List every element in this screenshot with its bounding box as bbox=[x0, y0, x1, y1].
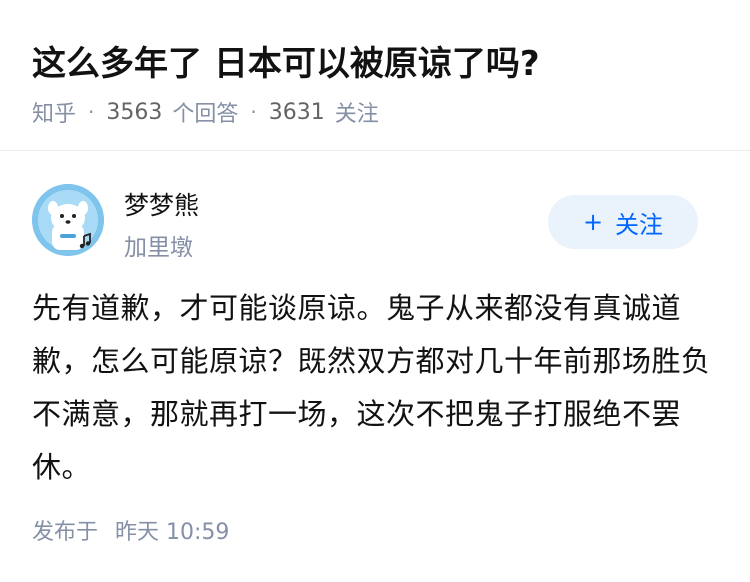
avatar[interactable] bbox=[32, 184, 104, 256]
author-name[interactable]: 梦梦熊 bbox=[124, 186, 199, 222]
answer-content[interactable]: 先有道歉，才可能谈原谅。鬼子从来都没有真诚道歉，怎么可能原谅？既然双方都对几十年… bbox=[32, 282, 712, 494]
question-meta: 知乎 · 3563 个回答 · 3631 关注 bbox=[32, 96, 379, 128]
published-time: 昨天 10:59 bbox=[115, 520, 230, 545]
plus-icon: + bbox=[582, 208, 604, 236]
source-label[interactable]: 知乎 bbox=[32, 96, 76, 128]
author-headline: 加里墩 bbox=[124, 235, 193, 261]
header-divider bbox=[0, 150, 750, 151]
question-title[interactable]: 这么多年了 日本可以被原谅了吗? bbox=[32, 36, 540, 85]
meta-separator: · bbox=[250, 100, 257, 124]
answer-time: 发布于 昨天 10:59 bbox=[32, 514, 229, 546]
follower-count: 3631 bbox=[268, 99, 325, 125]
question-header: 这么多年了 日本可以被原谅了吗? 知乎 · 3563 个回答 · 3631 关注 bbox=[0, 0, 750, 150]
answer-count-label: 个回答 bbox=[172, 102, 239, 127]
cartoon-bear-avatar-icon bbox=[32, 184, 104, 256]
follower-count-label: 关注 bbox=[334, 102, 379, 127]
answer-count: 3563 bbox=[106, 99, 163, 125]
follow-button[interactable]: + 关注 bbox=[548, 195, 698, 249]
published-prefix: 发布于 bbox=[32, 520, 99, 545]
follow-button-label: 关注 bbox=[615, 210, 664, 239]
meta-separator: · bbox=[88, 100, 95, 124]
